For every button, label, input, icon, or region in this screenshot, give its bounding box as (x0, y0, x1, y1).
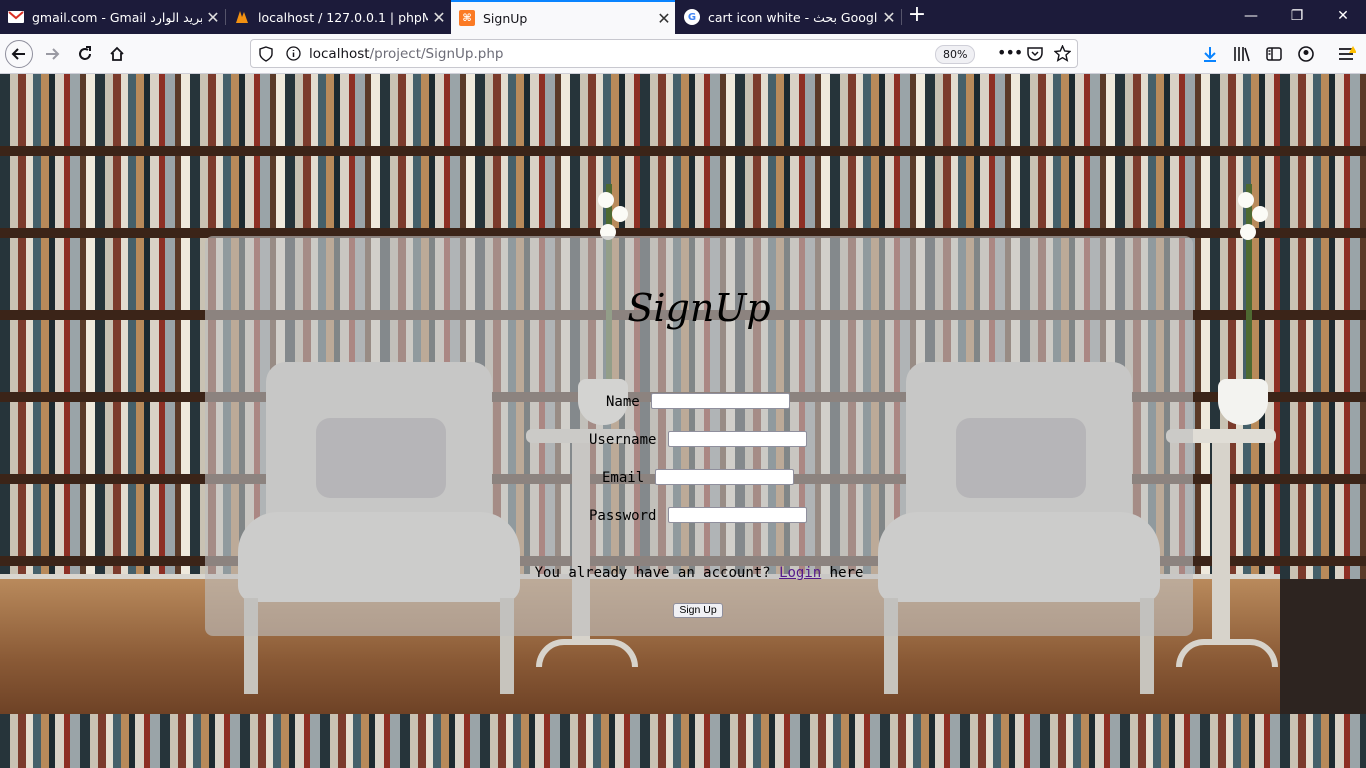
download-icon (1204, 47, 1216, 62)
shield-icon[interactable] (259, 46, 273, 66)
signup-button[interactable]: Sign Up (673, 603, 723, 618)
gmail-icon (8, 9, 24, 25)
orchid-flower (612, 206, 628, 222)
reload-icon (79, 46, 91, 60)
login-prompt-suffix: here (829, 565, 864, 581)
login-link[interactable]: Login (779, 565, 821, 581)
tab-signup[interactable]: ⌘ SignUp ✕ (451, 0, 675, 34)
home-icon (110, 46, 124, 61)
forward-button[interactable] (38, 40, 66, 68)
more-actions-icon[interactable]: ••• (997, 43, 1023, 62)
password-field[interactable] (668, 507, 807, 523)
login-prompt: You already have an account? Login here (205, 565, 1193, 581)
pocket-icon[interactable] (1027, 46, 1043, 65)
url-text[interactable]: localhost/project/SignUp.php (309, 46, 503, 62)
login-prompt-prefix: You already have an account? (534, 565, 771, 581)
tab-google[interactable]: G cart icon white - بحث Google ✕ (676, 0, 900, 34)
password-row: Password (589, 507, 807, 524)
minimize-icon[interactable]: — (1228, 0, 1274, 34)
phpmyadmin-icon (234, 9, 250, 25)
library-button[interactable] (1228, 40, 1256, 68)
google-icon: G (684, 9, 700, 25)
hamburger-menu-icon (1339, 46, 1356, 60)
account-button[interactable] (1292, 40, 1320, 68)
email-row: Email (602, 469, 794, 486)
home-button[interactable] (103, 40, 131, 68)
orchid-flower (1240, 224, 1256, 240)
reload-button[interactable] (71, 40, 99, 68)
account-icon (1298, 46, 1314, 62)
navigation-toolbar: localhost/project/SignUp.php 80% ••• (0, 34, 1366, 74)
bookshelf-repeat (640, 714, 1280, 768)
name-row: Name (606, 393, 790, 410)
orchid-flower (598, 192, 614, 208)
bookshelf-repeat (0, 714, 640, 768)
password-label: Password (589, 508, 657, 524)
xampp-icon: ⌘ (459, 10, 475, 26)
bookshelf-repeat (1280, 714, 1366, 768)
tab-title: localhost / 127.0.0.1 | phpMyAd (258, 9, 428, 25)
arrow-left-icon (11, 48, 25, 60)
library-icon (1234, 47, 1250, 62)
page-content: SignUp Name Username Email Password You … (0, 74, 1366, 768)
bookmark-star-icon[interactable] (1053, 44, 1072, 66)
restore-icon[interactable]: ❐ (1274, 0, 1320, 34)
flower-vase (1218, 379, 1268, 425)
tab-title: cart icon white - بحث Google (708, 9, 878, 25)
sidebar-button[interactable] (1260, 40, 1288, 68)
url-bar[interactable]: localhost/project/SignUp.php 80% ••• (250, 39, 1078, 68)
close-icon[interactable]: ✕ (202, 8, 224, 27)
tab-title: SignUp (483, 10, 528, 26)
email-label: Email (602, 470, 645, 486)
zoom-indicator[interactable]: 80% (935, 45, 976, 64)
orchid-flower (1238, 192, 1254, 208)
close-icon[interactable]: ✕ (428, 8, 450, 27)
username-row: Username (589, 431, 807, 448)
sidebar-icon (1266, 47, 1282, 61)
tab-title: gmail.com - Gmail البريد الوارد (32, 9, 202, 25)
close-icon[interactable]: ✕ (653, 9, 675, 28)
tab-phpmyadmin[interactable]: localhost / 127.0.0.1 | phpMyAd ✕ (226, 0, 450, 34)
page-title: SignUp (627, 286, 771, 330)
url-host: localhost (309, 46, 370, 62)
orchid-flower (1252, 206, 1268, 222)
tab-separator (901, 9, 902, 25)
new-tab-icon[interactable]: + (905, 4, 929, 28)
dark-floor (1280, 579, 1366, 714)
arrow-right-icon (46, 48, 60, 60)
username-label: Username (589, 432, 657, 448)
bookshelf (1280, 74, 1366, 579)
name-label: Name (606, 394, 640, 410)
back-button[interactable] (5, 40, 33, 68)
tab-gmail[interactable]: gmail.com - Gmail البريد الوارد ✕ (0, 0, 224, 34)
close-icon[interactable]: ✕ (878, 8, 900, 27)
menu-button[interactable] (1333, 40, 1361, 68)
username-field[interactable] (668, 431, 807, 447)
email-field[interactable] (655, 469, 794, 485)
tab-bar: gmail.com - Gmail البريد الوارد ✕ localh… (0, 0, 1366, 34)
background-image-edge (1280, 74, 1366, 768)
info-icon[interactable] (286, 46, 301, 65)
name-field[interactable] (651, 393, 790, 409)
url-path: /project/SignUp.php (369, 46, 504, 62)
signup-form: SignUp Name Username Email Password You … (205, 236, 1193, 636)
window-close-icon[interactable]: ✕ (1320, 0, 1366, 34)
downloads-button[interactable] (1196, 40, 1224, 68)
